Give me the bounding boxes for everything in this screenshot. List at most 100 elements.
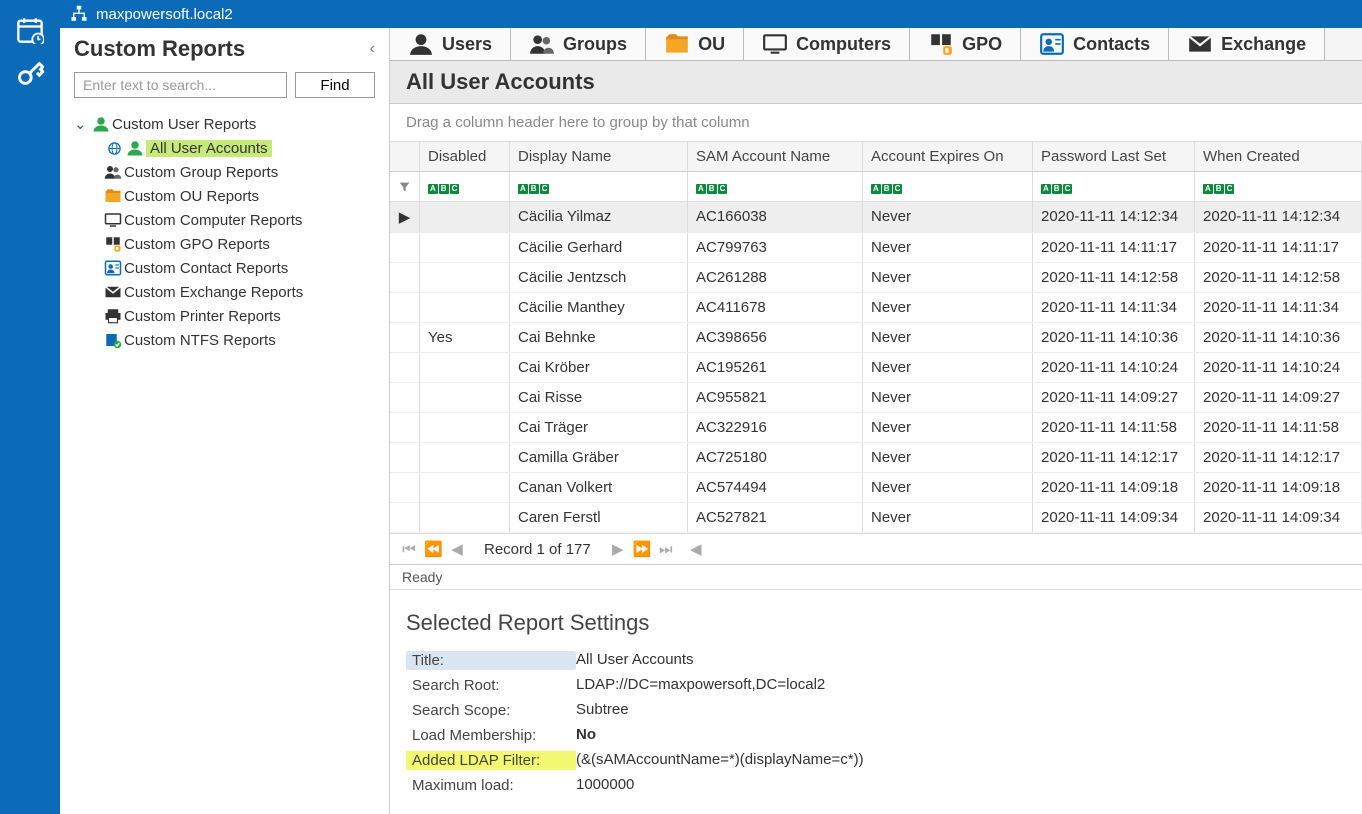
find-button[interactable]: Find [295,72,375,98]
users-icon [408,31,434,57]
table-row[interactable]: Cäcilie JentzschAC261288Never2020-11-11 … [390,263,1362,293]
computer-icon [762,31,788,57]
settings-label: Added LDAP Filter: [406,751,576,770]
table-row[interactable]: Camilla GräberAC725180Never2020-11-11 14… [390,443,1362,473]
pager-label: Record 1 of 177 [484,541,591,558]
tree-item[interactable]: Custom Computer Reports [98,208,389,232]
filter-wc[interactable]: ABC [1195,172,1362,201]
table-row[interactable]: YesCai BehnkeAC398656Never2020-11-11 14:… [390,323,1362,353]
globe-icon [104,141,124,156]
gpo-icon [102,235,124,253]
contact-icon [1039,31,1065,57]
tab-users[interactable]: Users [390,28,511,60]
sidebar-collapse-button[interactable]: ‹ [370,40,375,58]
pager-last[interactable]: ⏭ [657,541,675,558]
pager-prev-page[interactable]: ⏪ [424,540,442,558]
col-account-expires[interactable]: Account Expires On [863,142,1033,171]
table-row[interactable]: Canan VolkertAC574494Never2020-11-11 14:… [390,473,1362,503]
tab-gpo[interactable]: GPO [910,28,1021,60]
tab-contacts[interactable]: Contacts [1021,28,1169,60]
tree-item[interactable]: Custom Contact Reports [98,256,389,280]
table-row[interactable]: Cäcilie GerhardAC799763Never2020-11-11 1… [390,233,1362,263]
table-row[interactable]: Cai RisseAC955821Never2020-11-11 14:09:2… [390,383,1362,413]
tab-bar: UsersGroupsOUComputersGPOContactsExchang… [390,28,1362,61]
settings-value: 1000000 [576,776,1346,795]
filter-pls[interactable]: ABC [1033,172,1195,201]
filter-expires[interactable]: ABC [863,172,1033,201]
col-password-last-set[interactable]: Password Last Set [1033,142,1195,171]
ntfs-icon [102,331,124,349]
settings-label: Title: [406,651,576,670]
settings-table: Title:All User AccountsSearch Root:LDAP:… [390,648,1362,814]
tree-item[interactable]: Custom OU Reports [98,184,389,208]
filter-display-name[interactable]: ABC [510,172,688,201]
computer-icon [102,211,124,229]
settings-value: All User Accounts [576,651,1346,670]
pager-next-page[interactable]: ⏩ [633,540,651,558]
grid-header: Disabled Display Name SAM Account Name A… [390,142,1362,172]
printer-icon [102,307,124,325]
window-title-bar: maxpowersoft.local2 [60,0,1362,28]
tab-ou[interactable]: OU [646,28,744,60]
groups-icon [102,163,124,181]
key-icon[interactable] [12,56,48,92]
table-row[interactable]: Cai KröberAC195261Never2020-11-11 14:10:… [390,353,1362,383]
search-input[interactable] [74,72,287,98]
tree-root[interactable]: ⌄ Custom User Reports [70,112,389,136]
pager: ⏮ ⏪ ◀ Record 1 of 177 ▶ ⏩ ⏭ ◀ [390,533,1362,564]
content: UsersGroupsOUComputersGPOContactsExchang… [390,28,1362,814]
gpo-icon [928,31,954,57]
tree-item[interactable]: Custom Printer Reports [98,304,389,328]
settings-label: Search Root: [406,676,576,695]
filter-sam[interactable]: ABC [688,172,863,201]
settings-value: LDAP://DC=maxpowersoft,DC=local2 [576,676,1346,695]
user-icon [124,139,146,157]
contact-icon [102,259,124,277]
settings-label: Maximum load: [406,776,576,795]
tree-item[interactable]: Custom NTFS Reports [98,328,389,352]
filter-icon[interactable] [390,172,420,201]
exchange-icon [1187,31,1213,57]
settings-row: Search Scope:Subtree [406,698,1346,723]
pager-first[interactable]: ⏮ [400,541,418,558]
group-by-hint[interactable]: Drag a column header here to group by th… [390,104,1362,142]
settings-value: No [576,726,1346,745]
settings-value: Subtree [576,701,1346,720]
chevron-down-icon[interactable]: ⌄ [74,115,90,133]
settings-row: Load Membership:No [406,723,1346,748]
col-disabled[interactable]: Disabled [420,142,510,171]
table-row[interactable]: Cäcilie MantheyAC411678Never2020-11-11 1… [390,293,1362,323]
status-bar: Ready [390,565,1362,590]
tree-item[interactable]: Custom Exchange Reports [98,280,389,304]
left-toolbar [0,0,60,814]
exchange-icon [102,283,124,301]
pager-prev[interactable]: ◀ [448,540,466,558]
settings-label: Load Membership: [406,726,576,745]
tab-groups[interactable]: Groups [511,28,646,60]
settings-label: Search Scope: [406,701,576,720]
settings-row: Maximum load:1000000 [406,773,1346,798]
settings-row: Added LDAP Filter:(&(sAMAccountName=*)(d… [406,748,1346,773]
sidebar-title: Custom Reports [74,36,245,62]
tab-computers[interactable]: Computers [744,28,910,60]
report-title: All User Accounts [390,61,1362,104]
table-row[interactable]: Cai TrägerAC322916Never2020-11-11 14:11:… [390,413,1362,443]
sidebar: Custom Reports ‹ Find ⌄ Custom User Repo… [60,28,390,814]
tree-item-all-user-accounts[interactable]: All User Accounts [98,136,389,160]
settings-row: Title:All User Accounts [406,648,1346,673]
groups-icon [529,31,555,57]
tab-exchange[interactable]: Exchange [1169,28,1325,60]
ou-icon [102,187,124,205]
pager-scroll-left[interactable]: ◀ [687,540,705,558]
tree-item[interactable]: Custom Group Reports [98,160,389,184]
col-display-name[interactable]: Display Name [510,142,688,171]
table-row[interactable]: Caren FerstlAC527821Never2020-11-11 14:0… [390,503,1362,533]
col-sam-account[interactable]: SAM Account Name [688,142,863,171]
filter-disabled[interactable]: ABC [420,172,510,201]
col-when-created[interactable]: When Created [1195,142,1362,171]
table-row[interactable]: ▶Cäcilia YilmazAC166038Never2020-11-11 1… [390,202,1362,233]
settings-value: (&(sAMAccountName=*)(displayName=c*)) [576,751,1346,770]
calendar-icon[interactable] [12,12,48,48]
pager-next[interactable]: ▶ [609,540,627,558]
tree-item[interactable]: Custom GPO Reports [98,232,389,256]
